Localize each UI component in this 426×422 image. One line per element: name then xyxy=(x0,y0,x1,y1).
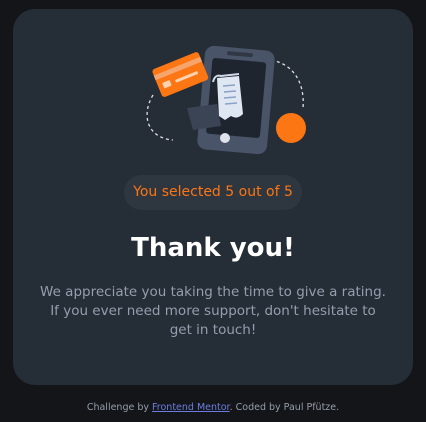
rating-result-badge: You selected 5 out of 5 xyxy=(124,175,302,210)
thank-you-message: We appreciate you taking the time to giv… xyxy=(40,284,386,338)
thank-you-card: You selected 5 out of 5 Thank you! We ap… xyxy=(13,9,413,385)
attribution: Challenge by Frontend Mentor. Coded by P… xyxy=(0,401,426,415)
thank-you-title: Thank you! xyxy=(131,233,295,263)
attribution-prefix: Challenge by xyxy=(86,402,153,413)
attribution-suffix: . Coded by Paul Pfütze. xyxy=(229,402,340,413)
frontend-mentor-link[interactable]: Frontend Mentor xyxy=(152,402,230,413)
payment-illustration xyxy=(146,45,306,155)
